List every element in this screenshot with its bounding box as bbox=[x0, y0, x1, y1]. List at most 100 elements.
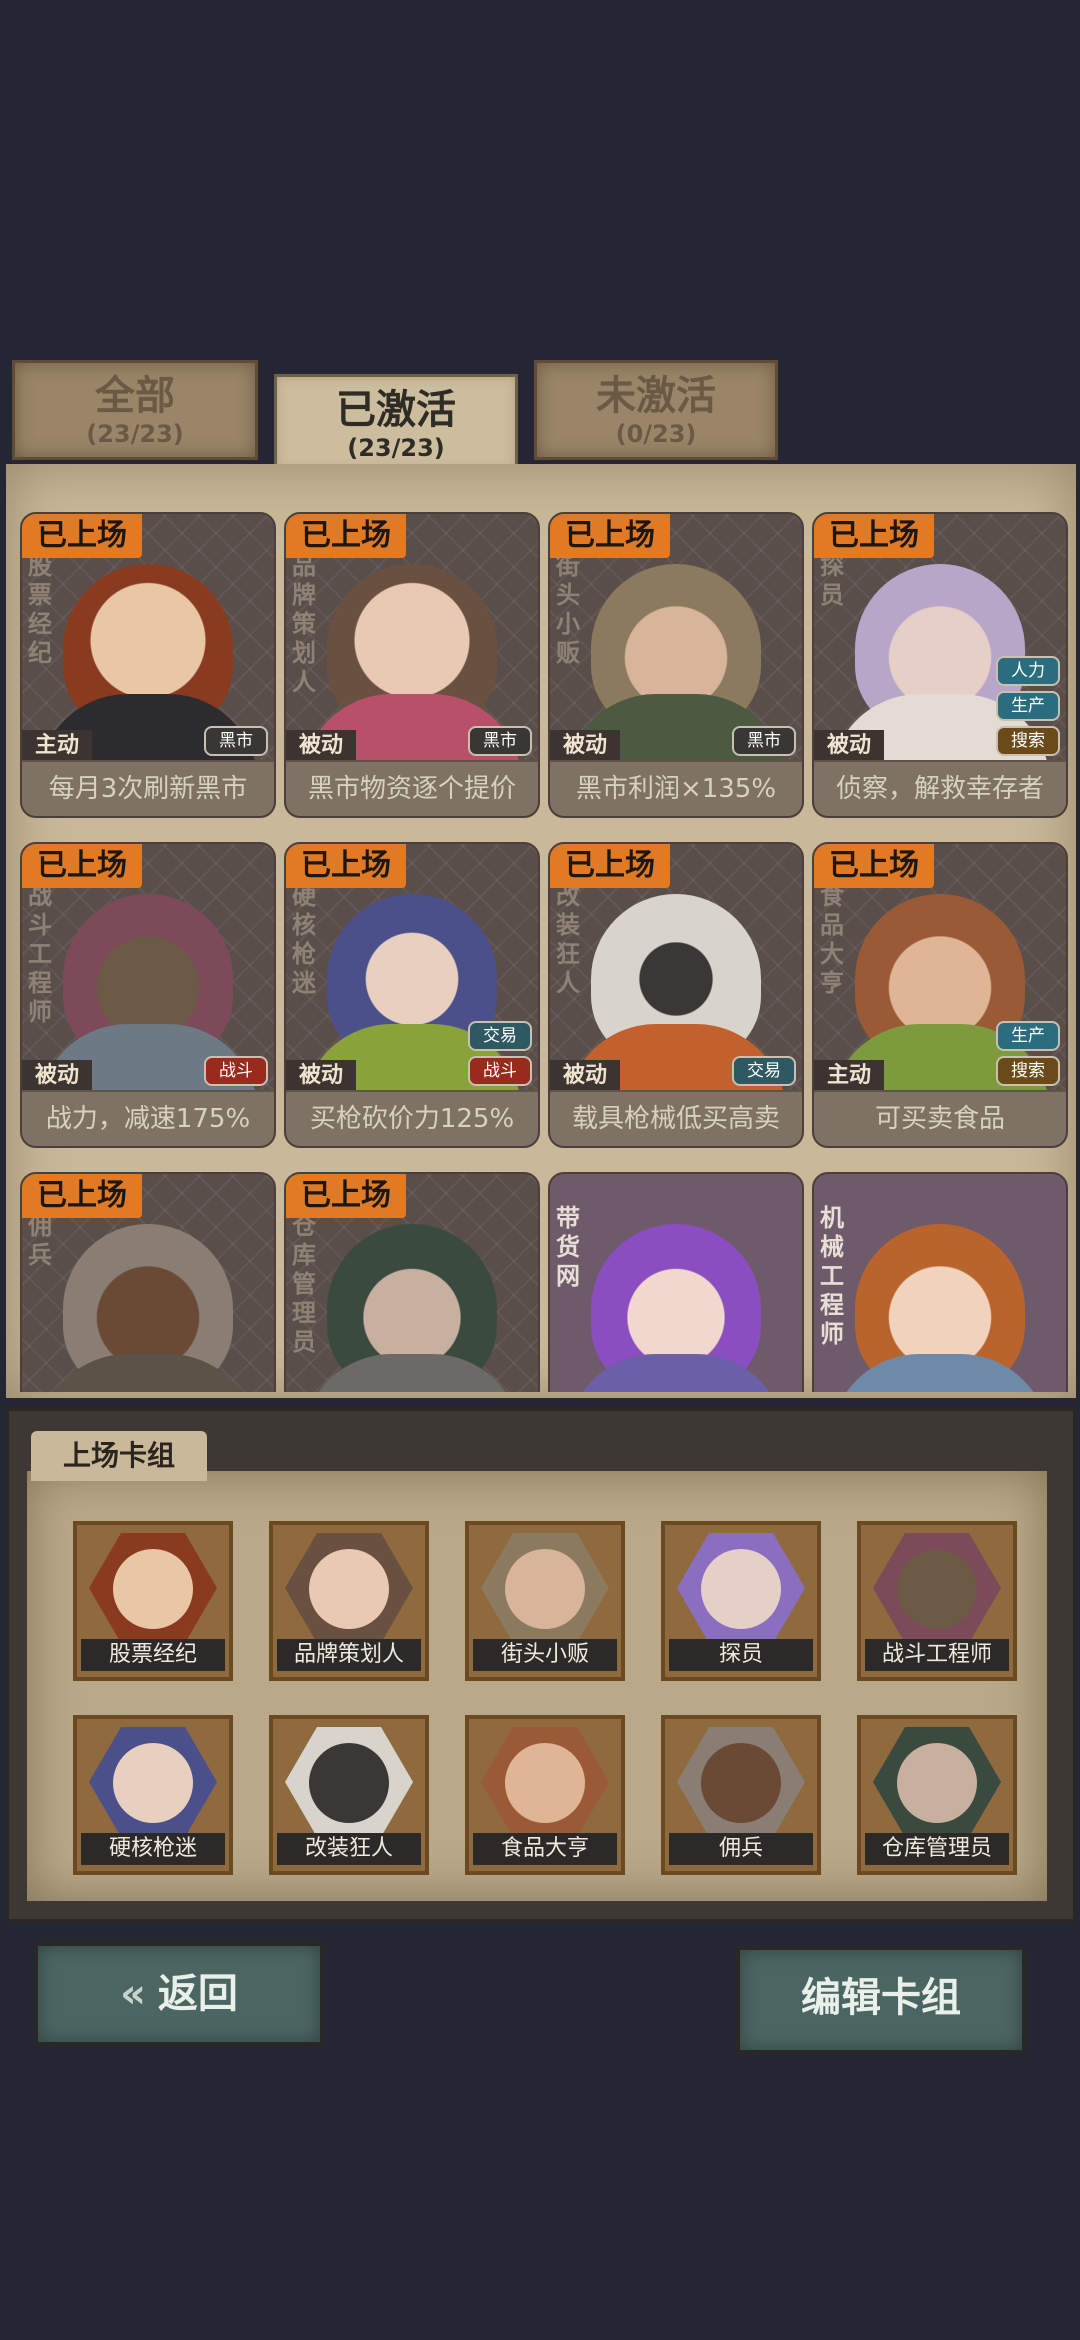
status-badge: 已上场 bbox=[286, 1174, 406, 1218]
deck-member-name: 佣兵 bbox=[669, 1833, 813, 1865]
card-name: 带货网 bbox=[556, 1204, 580, 1290]
card-combat-engineer[interactable]: 战斗工程师 被动 战斗 战力，减速175% 已上场 bbox=[20, 842, 276, 1148]
avatar bbox=[701, 1743, 781, 1823]
card-type: 被动 bbox=[814, 730, 884, 762]
status-badge: 已上场 bbox=[814, 514, 934, 558]
tab-activated[interactable]: 已激活 (23/23) bbox=[274, 374, 518, 472]
tag-badge: 交易 bbox=[468, 1021, 532, 1051]
deck-grid: 股票经纪 品牌策划人 街头小贩 探员 战斗工程师 硬核枪迷 改装狂人 食品大亨 … bbox=[27, 1471, 1047, 1901]
back-button[interactable]: «返回 bbox=[34, 1942, 324, 2046]
card-tags: 生产 搜索 bbox=[996, 1021, 1060, 1086]
card-grid: 股票经纪 主动 黑市 每月3次刷新黑市 已上场 品牌策划人 被动 黑市 黑市物资… bbox=[18, 512, 1080, 1392]
status-badge: 已上场 bbox=[22, 514, 142, 558]
card-name: 机械工程师 bbox=[820, 1204, 844, 1348]
card-name: 佣兵 bbox=[28, 1212, 52, 1269]
deck-member-name: 战斗工程师 bbox=[865, 1639, 1009, 1671]
deck-member[interactable]: 佣兵 bbox=[661, 1715, 821, 1875]
deck-member-name: 品牌策划人 bbox=[277, 1639, 421, 1671]
card-live-seller[interactable]: 带货网 bbox=[548, 1172, 804, 1392]
deck-member-name: 街头小贩 bbox=[473, 1639, 617, 1671]
status-badge: 已上场 bbox=[550, 844, 670, 888]
deck-member[interactable]: 食品大亨 bbox=[465, 1715, 625, 1875]
status-badge: 已上场 bbox=[22, 1174, 142, 1218]
tab-inactive-label: 未激活 bbox=[596, 373, 716, 419]
avatar bbox=[701, 1549, 781, 1629]
edit-deck-button-label: 编辑卡组 bbox=[801, 1975, 961, 2021]
status-badge: 已上场 bbox=[22, 844, 142, 888]
card-tags: 战斗 bbox=[204, 1056, 268, 1086]
card-tags: 黑市 bbox=[732, 726, 796, 756]
tag-badge: 黑市 bbox=[732, 726, 796, 756]
card-desc: 买枪砍价力125% bbox=[286, 1090, 538, 1146]
card-tags: 交易 bbox=[732, 1056, 796, 1086]
deck-member-name: 硬核枪迷 bbox=[81, 1833, 225, 1865]
tab-all-label: 全部 bbox=[95, 373, 175, 419]
card-mercenary[interactable]: 佣兵 已上场 bbox=[20, 1172, 276, 1392]
deck-member[interactable]: 改装狂人 bbox=[269, 1715, 429, 1875]
avatar bbox=[505, 1743, 585, 1823]
card-mod-maniac[interactable]: 改装狂人 被动 交易 载具枪械低买高卖 已上场 bbox=[548, 842, 804, 1148]
card-desc: 黑市物资逐个提价 bbox=[286, 760, 538, 816]
deck-section: 股票经纪 品牌策划人 街头小贩 探员 战斗工程师 硬核枪迷 改装狂人 食品大亨 … bbox=[6, 1408, 1076, 1922]
avatar bbox=[309, 1743, 389, 1823]
card-type: 被动 bbox=[550, 730, 620, 762]
card-stock-broker[interactable]: 股票经纪 主动 黑市 每月3次刷新黑市 已上场 bbox=[20, 512, 276, 818]
deck-member[interactable]: 探员 bbox=[661, 1521, 821, 1681]
deck-member[interactable]: 战斗工程师 bbox=[857, 1521, 1017, 1681]
card-warehouse-manager[interactable]: 仓库管理员 已上场 bbox=[284, 1172, 540, 1392]
deck-title: 上场卡组 bbox=[31, 1431, 207, 1481]
card-food-tycoon[interactable]: 食品大亨 主动 生产 搜索 可买卖食品 已上场 bbox=[812, 842, 1068, 1148]
card-desc: 可买卖食品 bbox=[814, 1090, 1066, 1146]
card-street-vendor[interactable]: 街头小贩 被动 黑市 黑市利润×135% 已上场 bbox=[548, 512, 804, 818]
card-desc: 侦察，解救幸存者 bbox=[814, 760, 1066, 816]
card-name: 食品大亨 bbox=[820, 882, 844, 997]
tab-all-count: (23/23) bbox=[86, 420, 184, 448]
deck-member[interactable]: 硬核枪迷 bbox=[73, 1715, 233, 1875]
tag-badge: 战斗 bbox=[468, 1056, 532, 1086]
deck-member-name: 股票经纪 bbox=[81, 1639, 225, 1671]
card-name: 战斗工程师 bbox=[28, 882, 52, 1026]
card-name: 街头小贩 bbox=[556, 552, 580, 667]
deck-member[interactable]: 街头小贩 bbox=[465, 1521, 625, 1681]
card-type: 被动 bbox=[286, 730, 356, 762]
tab-inactive[interactable]: 未激活 (0/23) bbox=[534, 360, 778, 460]
tab-all[interactable]: 全部 (23/23) bbox=[12, 360, 258, 460]
tag-badge: 搜索 bbox=[996, 726, 1060, 756]
card-desc: 每月3次刷新黑市 bbox=[22, 760, 274, 816]
card-mechanical-engineer[interactable]: 机械工程师 bbox=[812, 1172, 1068, 1392]
tag-badge: 战斗 bbox=[204, 1056, 268, 1086]
card-desc: 战力，减速175% bbox=[22, 1090, 274, 1146]
avatar bbox=[505, 1549, 585, 1629]
deck-member[interactable]: 股票经纪 bbox=[73, 1521, 233, 1681]
card-brand-planner[interactable]: 品牌策划人 被动 黑市 黑市物资逐个提价 已上场 bbox=[284, 512, 540, 818]
card-panel: 股票经纪 主动 黑市 每月3次刷新黑市 已上场 品牌策划人 被动 黑市 黑市物资… bbox=[6, 464, 1076, 1398]
status-badge: 已上场 bbox=[286, 514, 406, 558]
card-desc: 载具枪械低买高卖 bbox=[550, 1090, 802, 1146]
deck-member-name: 食品大亨 bbox=[473, 1833, 617, 1865]
status-badge: 已上场 bbox=[814, 844, 934, 888]
avatar bbox=[113, 1743, 193, 1823]
tag-badge: 生产 bbox=[996, 1021, 1060, 1051]
tag-badge: 黑市 bbox=[204, 726, 268, 756]
tag-badge: 交易 bbox=[732, 1056, 796, 1086]
card-type: 主动 bbox=[22, 730, 92, 762]
card-tags: 人力 生产 搜索 bbox=[996, 656, 1060, 756]
tab-activated-count: (23/23) bbox=[347, 434, 445, 462]
card-detective[interactable]: 探员 被动 人力 生产 搜索 侦察，解救幸存者 已上场 bbox=[812, 512, 1068, 818]
tab-activated-label: 已激活 bbox=[336, 387, 456, 433]
avatar bbox=[309, 1549, 389, 1629]
card-tags: 黑市 bbox=[468, 726, 532, 756]
deck-member[interactable]: 品牌策划人 bbox=[269, 1521, 429, 1681]
card-type: 主动 bbox=[814, 1060, 884, 1092]
card-name: 品牌策划人 bbox=[292, 552, 316, 696]
card-gun-fanatic[interactable]: 硬核枪迷 被动 交易 战斗 买枪砍价力125% 已上场 bbox=[284, 842, 540, 1148]
tag-badge: 黑市 bbox=[468, 726, 532, 756]
deck-member[interactable]: 仓库管理员 bbox=[857, 1715, 1017, 1875]
tag-badge: 搜索 bbox=[996, 1056, 1060, 1086]
card-desc: 黑市利润×135% bbox=[550, 760, 802, 816]
tag-badge: 生产 bbox=[996, 691, 1060, 721]
tag-badge: 人力 bbox=[996, 656, 1060, 686]
double-chevron-left-icon: « bbox=[120, 1971, 146, 2017]
edit-deck-button[interactable]: 编辑卡组 bbox=[736, 1946, 1026, 2054]
card-name: 股票经纪 bbox=[28, 552, 52, 667]
